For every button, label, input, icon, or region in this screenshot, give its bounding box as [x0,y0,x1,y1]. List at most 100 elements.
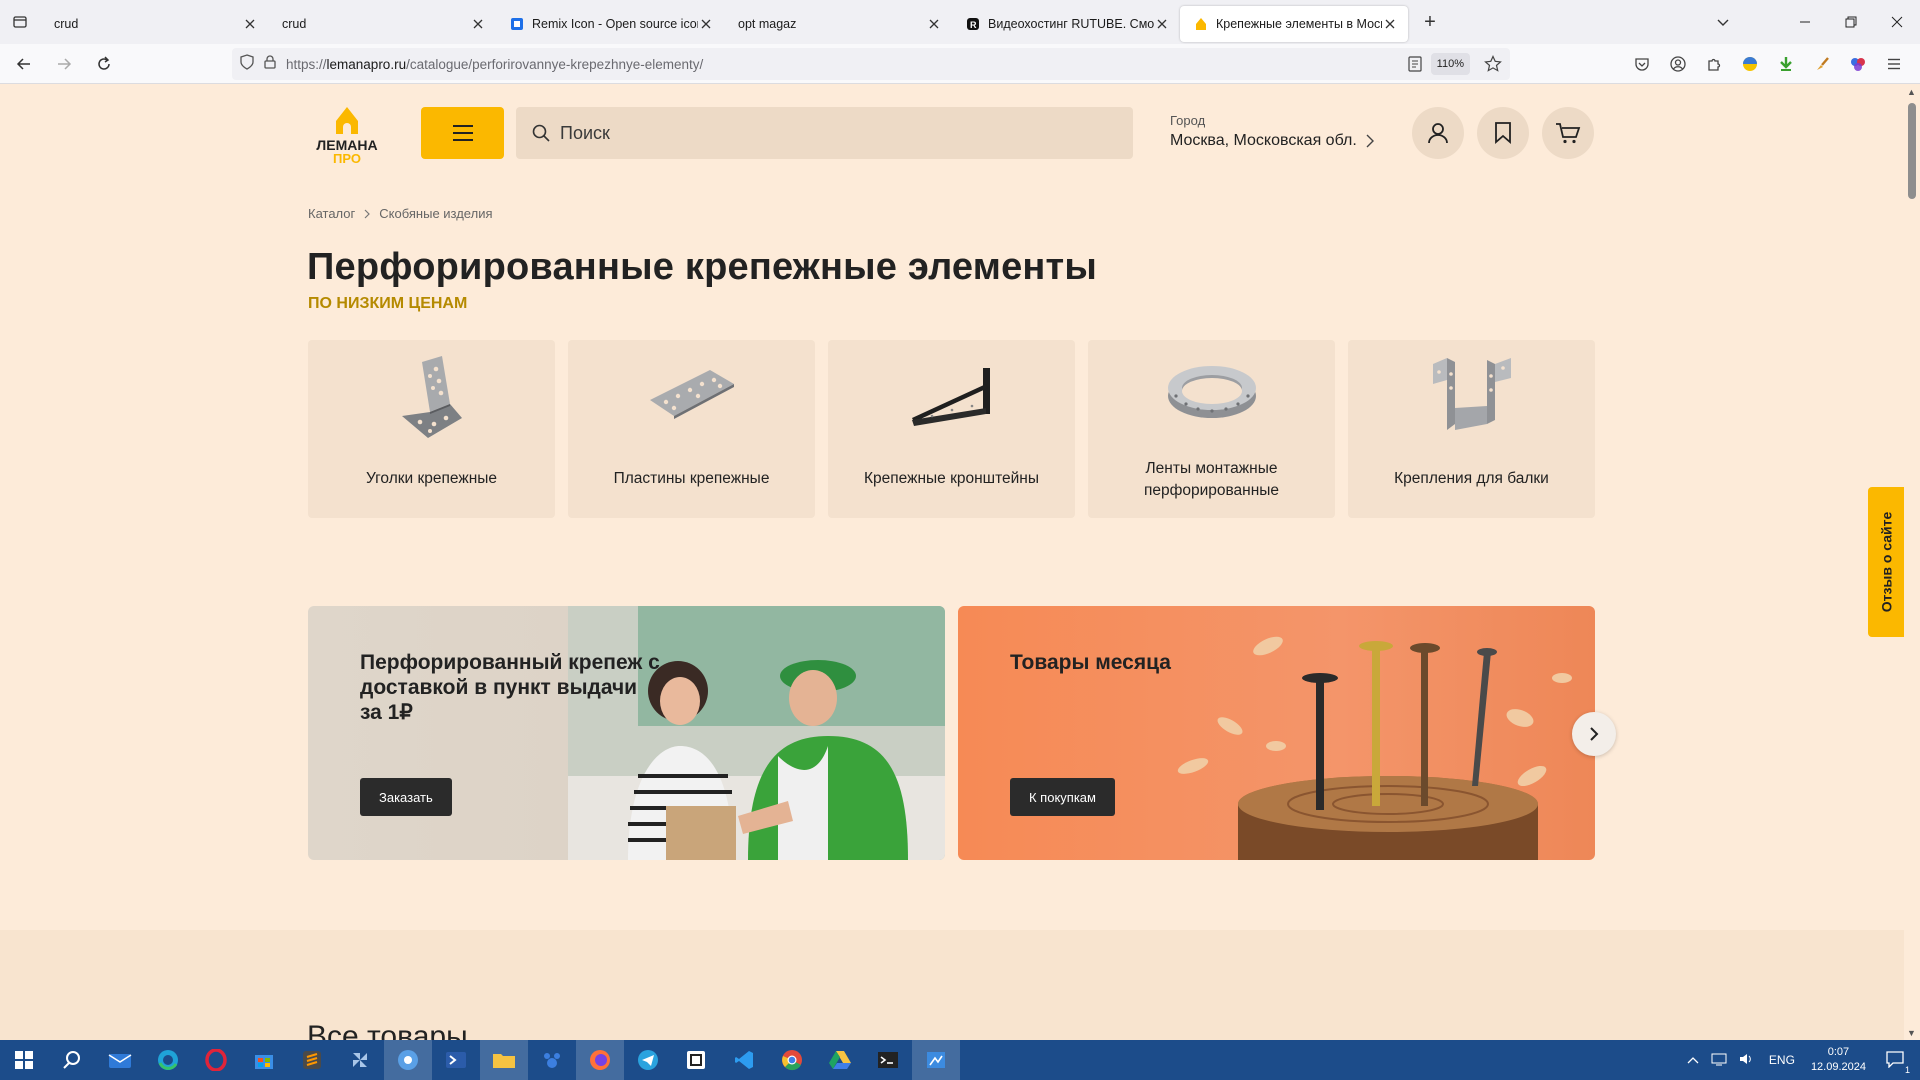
file-explorer-icon[interactable] [480,1040,528,1080]
browser-tab[interactable]: Remix Icon - Open source icon [496,6,724,42]
minimize-button[interactable] [1782,0,1828,44]
powershell-icon[interactable] [432,1040,480,1080]
browser-tab[interactable]: crud [268,6,496,42]
scroll-down-icon[interactable]: ▼ [1907,1028,1916,1038]
profile-button[interactable] [1412,107,1464,159]
browser-tab[interactable]: Крепежные элементы в Моск [1180,6,1408,42]
search-icon [532,124,550,142]
city-selector[interactable]: Город Москва, Московская обл. [1170,113,1375,150]
extensions-puzzle-icon[interactable] [1702,52,1726,76]
scroll-up-icon[interactable]: ▲ [1907,87,1916,97]
favorites-button[interactable] [1477,107,1529,159]
page-subtitle: ПО НИЗКИМ ЦЕНАМ [308,295,468,312]
browser-tab[interactable]: R Видеохостинг RUTUBE. Смотр [952,6,1180,42]
to-shopping-button[interactable]: К покупкам [1010,778,1115,816]
opera-browser-icon[interactable] [192,1040,240,1080]
chrome-icon[interactable] [768,1040,816,1080]
forward-arrow-icon[interactable] [46,48,82,80]
tab-close-icon[interactable] [1382,16,1398,32]
category-label: Ленты монтажные перфорированные [1143,460,1280,499]
shield-icon[interactable] [240,53,254,75]
beam-hanger-icon [1432,358,1511,430]
tab-overflow-icon[interactable] [1700,0,1746,44]
sublime-text-icon[interactable] [288,1040,336,1080]
category-label: Крепежные кронштейны [863,470,1040,487]
firefox-icon[interactable] [576,1040,624,1080]
bookmark-star-icon[interactable] [1484,55,1502,78]
page-viewport: ЛЕМАНА ПРО Город Москва, Московская обл.… [0,85,1920,1040]
category-label: Уголки крепежные [365,470,498,487]
category-card-plates[interactable]: Пластины крепежные [568,340,815,518]
breadcrumb-item-catalog[interactable]: Каталог [308,206,355,221]
breadcrumb-chevron-icon [364,209,371,218]
site-feedback-tab[interactable]: Отзыв о сайте [1868,487,1904,637]
language-indicator[interactable]: ENG [1769,1053,1795,1067]
volume-icon[interactable] [1739,1052,1755,1069]
download-arrow-extension-icon[interactable] [1774,52,1798,76]
tab-close-icon[interactable] [470,16,486,32]
reader-view-icon[interactable] [1408,56,1422,77]
account-icon[interactable] [1666,52,1690,76]
tab-close-icon[interactable] [698,16,714,32]
pinwheel-app-icon[interactable] [336,1040,384,1080]
taskbar-search-icon[interactable] [48,1040,96,1080]
close-window-button[interactable] [1874,0,1920,44]
paw-app-icon[interactable] [528,1040,576,1080]
restore-button[interactable] [1828,0,1874,44]
notifications-icon[interactable]: 1 [1886,1050,1910,1075]
back-arrow-icon[interactable] [6,48,42,80]
tab-close-icon[interactable] [1154,16,1170,32]
browser-tab[interactable]: crud [40,6,268,42]
promo-banner-delivery[interactable]: Перфорированный крепеж с доставкой в пун… [308,606,945,860]
pocket-icon[interactable] [1630,52,1654,76]
tab-close-icon[interactable] [926,16,942,32]
lock-icon[interactable] [264,54,276,74]
tab-title: Крепежные элементы в Моск [1216,17,1382,31]
search-input[interactable] [560,122,1100,144]
notification-count: 1 [1904,1064,1910,1075]
category-card-tapes[interactable]: Ленты монтажные перфорированные [1088,340,1335,518]
chrome-alt-icon[interactable] [384,1040,432,1080]
store-app-icon[interactable] [240,1040,288,1080]
url-text[interactable]: https://lemanapro.ru/catalogue/perforiro… [286,57,703,72]
terminal-icon[interactable] [864,1040,912,1080]
browser-tab[interactable]: opt magaz [724,6,952,42]
tray-chevron-up-icon[interactable] [1687,1053,1699,1067]
page-scrollbar[interactable]: ▲ ▼ [1904,85,1920,1040]
tab-list-icon[interactable] [0,0,40,44]
category-card-brackets[interactable]: Крепежные кронштейны [828,340,1075,518]
category-card-beam-mounts[interactable]: Крепления для балки [1348,340,1595,518]
zoom-level-badge[interactable]: 110% [1430,53,1470,75]
ukraine-flag-extension-icon[interactable] [1738,52,1762,76]
slider-next-button[interactable] [1572,712,1616,756]
search-box[interactable] [516,107,1133,159]
telegram-icon[interactable] [624,1040,672,1080]
brush-extension-icon[interactable] [1810,52,1834,76]
city-value[interactable]: Москва, Московская обл. [1170,132,1375,150]
paint-app-icon[interactable] [912,1040,960,1080]
edge-browser-icon[interactable] [144,1040,192,1080]
network-icon[interactable] [1711,1052,1727,1069]
color-extension-icon[interactable] [1846,52,1870,76]
catalog-menu-button[interactable] [421,107,504,159]
cart-icon [1556,123,1581,144]
order-button[interactable]: Заказать [360,778,452,816]
vscode-icon[interactable] [720,1040,768,1080]
breadcrumb-item-hardware[interactable]: Скобяные изделия [379,206,492,221]
mail-app-icon[interactable] [96,1040,144,1080]
tab-title: Видеохостинг RUTUBE. Смотр [988,17,1154,31]
google-drive-icon[interactable] [816,1040,864,1080]
app-menu-icon[interactable] [1882,52,1906,76]
promo-banner-products-of-month[interactable]: Товары месяца К покупкам [958,606,1595,860]
windows-start-icon[interactable] [0,1040,48,1080]
scrollbar-thumb[interactable] [1908,103,1916,199]
clock[interactable]: 0:07 12.09.2024 [1811,1045,1866,1075]
site-logo[interactable]: ЛЕМАНА ПРО [308,101,386,166]
tab-close-icon[interactable] [242,16,258,32]
category-card-angles[interactable]: Уголки крепежные [308,340,555,518]
notion-app-icon[interactable] [672,1040,720,1080]
new-tab-button[interactable]: + [1412,4,1448,40]
address-bar[interactable]: https://lemanapro.ru/catalogue/perforiro… [232,48,1510,80]
cart-button[interactable] [1542,107,1594,159]
reload-icon[interactable] [86,48,122,80]
